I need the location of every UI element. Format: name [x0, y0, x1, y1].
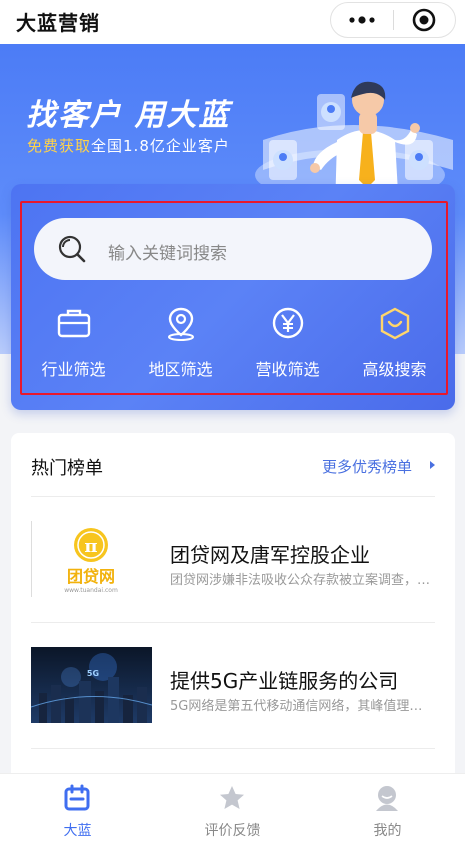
hexagon-badge-icon [377, 306, 413, 346]
tab-label: 我的 [373, 823, 402, 839]
filter-region[interactable]: 地区筛选 [127, 300, 234, 390]
more-rankings-link[interactable]: 更多优秀榜单 [322, 456, 412, 477]
target-circle-icon [412, 8, 436, 32]
filter-revenue[interactable]: 营收筛选 [234, 300, 341, 390]
list-item[interactable]: 5G 提供5G产业链服务的公司 5G网络是第五代移动通信网络，其峰值理论传输速度… [31, 647, 435, 747]
yen-coin-icon [270, 306, 306, 346]
item-title: 提供5G产业链服务的公司 [170, 669, 399, 693]
filter-label: 地区筛选 [148, 360, 213, 379]
search-icon [56, 233, 90, 271]
more-button[interactable] [331, 3, 393, 37]
mini-program-capsule [330, 2, 456, 38]
briefcase-icon [56, 306, 92, 344]
divider [31, 748, 435, 749]
hero-subtitle: 免费获取全国1.8亿企业客户 [27, 135, 230, 156]
tab-profile[interactable]: 我的 [310, 774, 465, 850]
calendar-icon [63, 784, 91, 816]
close-button[interactable] [393, 3, 455, 37]
divider [31, 622, 435, 623]
star-icon [218, 784, 246, 816]
bottom-tab-bar: 大蓝 评价反馈 我的 [0, 773, 465, 850]
filter-advanced[interactable]: 高级搜索 [341, 300, 448, 390]
item-thumbnail: 5G [31, 647, 152, 723]
thumb-symbol: π [84, 536, 97, 557]
filter-row: 行业筛选 地区筛选 营收筛选 高级搜索 [20, 300, 448, 390]
filter-label: 行业筛选 [41, 360, 106, 379]
hero-headline: 找客户 用大蓝 [26, 98, 231, 133]
divider [31, 496, 435, 497]
search-input[interactable]: 输入关键词搜索 [108, 239, 227, 264]
more-dots-icon [349, 16, 375, 24]
app-title: 大蓝营销 [16, 11, 100, 35]
filter-label: 营收筛选 [255, 360, 320, 379]
filter-industry[interactable]: 行业筛选 [20, 300, 127, 390]
tab-feedback[interactable]: 评价反馈 [155, 774, 310, 850]
search-bar[interactable]: 输入关键词搜索 [34, 218, 432, 280]
caret-right-icon [430, 461, 435, 469]
hero-subtitle-highlight: 免费获取 [27, 137, 92, 155]
filter-label: 高级搜索 [362, 360, 427, 379]
navbar: 大蓝营销 [0, 0, 465, 44]
tab-label: 评价反馈 [204, 823, 261, 839]
item-description: 团贷网涉嫌非法吸收公众存款被立案调查，相关控股企业名单 [170, 573, 435, 588]
user-avatar-icon [373, 784, 401, 816]
tab-home[interactable]: 大蓝 [0, 774, 155, 850]
hero-subtitle-rest: 全国1.8亿企业客户 [91, 137, 230, 155]
item-description: 5G网络是第五代移动通信网络，其峰值理论传输速度可达 [170, 699, 435, 714]
tab-label: 大蓝 [63, 823, 92, 839]
hot-ranking-card: 热门榜单 更多优秀榜单 π 团贷网 www.tuandai.com 团贷网及唐军… [11, 433, 455, 793]
thumb-text: 团贷网 [67, 567, 115, 586]
section-title: 热门榜单 [31, 458, 103, 479]
location-pin-icon [163, 306, 199, 346]
item-thumbnail: π 团贷网 www.tuandai.com [31, 521, 152, 597]
thumb-subtext: www.tuandai.com [64, 587, 118, 594]
thumb-text: 5G [87, 669, 99, 678]
item-title: 团贷网及唐军控股企业 [170, 543, 370, 567]
list-item[interactable]: π 团贷网 www.tuandai.com 团贷网及唐军控股企业 团贷网涉嫌非法… [31, 521, 435, 621]
